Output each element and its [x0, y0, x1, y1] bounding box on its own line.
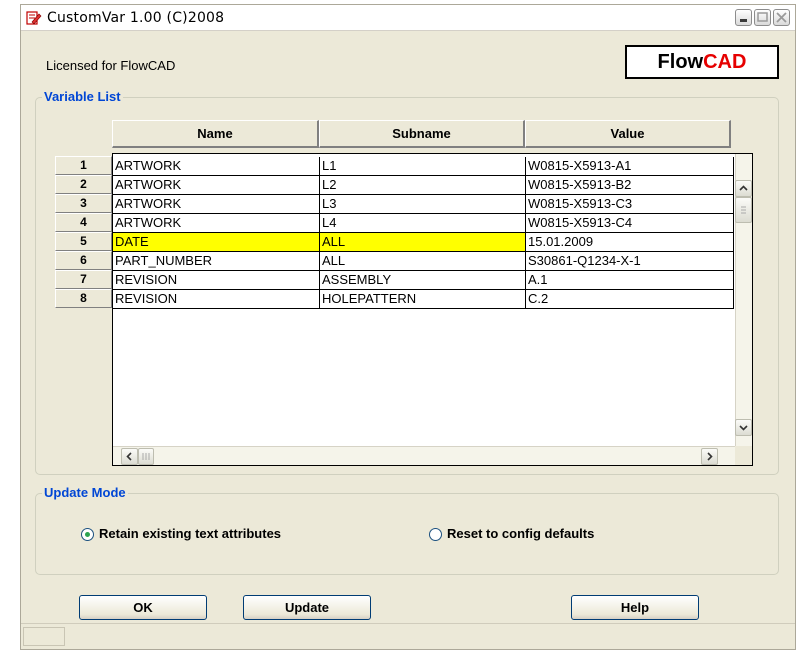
update-mode-legend: Update Mode — [42, 485, 128, 500]
horizontal-scroll-thumb[interactable] — [138, 448, 154, 465]
chevron-down-icon — [739, 425, 748, 431]
license-label: Licensed for FlowCAD — [46, 58, 176, 73]
title-bar[interactable]: CustomVar 1.00 (C)2008 — [21, 5, 795, 31]
row-header[interactable]: 3 — [55, 194, 112, 213]
minimize-icon — [740, 19, 747, 22]
customvar-window: CustomVar 1.00 (C)2008 Licensed for Flow… — [20, 4, 796, 650]
scroll-up-button[interactable] — [735, 180, 752, 197]
app-icon — [26, 11, 42, 25]
scroll-thumb[interactable] — [735, 197, 752, 223]
row-header[interactable]: 1 — [55, 156, 112, 175]
vertical-scrollbar[interactable] — [735, 154, 752, 447]
radio-unselected-icon[interactable] — [429, 528, 442, 541]
ok-button[interactable]: OK — [79, 595, 207, 620]
scroll-down-button[interactable] — [735, 419, 752, 436]
cell-value[interactable]: S30861-Q1234-X-1 — [526, 252, 734, 271]
variable-list-legend: Variable List — [42, 89, 123, 104]
close-button[interactable] — [773, 9, 790, 26]
cell-value[interactable]: C.2 — [526, 290, 734, 309]
cell-name[interactable]: ARTWORK — [113, 214, 320, 233]
radio-selected-icon[interactable] — [81, 528, 94, 541]
cell-value[interactable]: W0815-X5913-B2 — [526, 176, 734, 195]
variable-grid: Name Subname Value 1 2 3 4 5 6 7 8 ARTWO… — [55, 120, 753, 466]
chevron-left-icon — [126, 452, 132, 461]
row-header[interactable]: 6 — [55, 251, 112, 270]
cell-value[interactable]: W0815-X5913-C3 — [526, 195, 734, 214]
cell-subname[interactable]: ALL — [320, 233, 526, 252]
cell-name[interactable]: ARTWORK — [113, 195, 320, 214]
cell-name[interactable]: REVISION — [113, 290, 320, 309]
chevron-up-icon — [739, 185, 748, 191]
cell-name[interactable]: PART_NUMBER — [113, 252, 320, 271]
cell-subname[interactable]: L3 — [320, 195, 526, 214]
radio-reset-config[interactable]: Reset to config defaults — [429, 526, 594, 541]
radio-label-reset[interactable]: Reset to config defaults — [447, 526, 594, 541]
cell-value[interactable]: W0815-X5913-A1 — [526, 157, 734, 176]
horizontal-scrollbar[interactable] — [113, 446, 736, 465]
radio-retain-existing[interactable]: Retain existing text attributes — [81, 526, 281, 541]
close-icon — [776, 12, 787, 23]
update-button[interactable]: Update — [243, 595, 371, 620]
row-header[interactable]: 4 — [55, 213, 112, 232]
cell-subname[interactable]: HOLEPATTERN — [320, 290, 526, 309]
column-header-name[interactable]: Name — [112, 120, 319, 148]
cell-subname[interactable]: L2 — [320, 176, 526, 195]
maximize-button[interactable] — [754, 9, 771, 26]
grid-cells-area[interactable]: ARTWORK L1 W0815-X5913-A1 ARTWORK L2 W08… — [112, 153, 753, 466]
window-title: CustomVar 1.00 (C)2008 — [47, 10, 225, 26]
row-header[interactable]: 8 — [55, 289, 112, 308]
cell-name[interactable]: DATE — [113, 233, 320, 252]
cell-value[interactable]: 15.01.2009 — [526, 233, 734, 252]
status-bar — [21, 623, 795, 649]
scrollbar-corner — [735, 446, 752, 465]
row-header[interactable]: 7 — [55, 270, 112, 289]
minimize-button[interactable] — [735, 9, 752, 26]
scroll-right-button[interactable] — [701, 448, 718, 465]
column-header-subname[interactable]: Subname — [319, 120, 525, 148]
cell-name[interactable]: ARTWORK — [113, 176, 320, 195]
cell-value[interactable]: W0815-X5913-C4 — [526, 214, 734, 233]
logo-text-cad: CAD — [703, 51, 747, 73]
maximize-icon — [757, 12, 768, 22]
cell-name[interactable]: ARTWORK — [113, 157, 320, 176]
row-header[interactable]: 2 — [55, 175, 112, 194]
cell-name[interactable]: REVISION — [113, 271, 320, 290]
chevron-right-icon — [707, 452, 713, 461]
grip-icon — [142, 453, 150, 460]
flowcad-logo: FlowCAD — [625, 45, 779, 79]
column-header-value[interactable]: Value — [525, 120, 731, 148]
cell-subname[interactable]: L1 — [320, 157, 526, 176]
help-button[interactable]: Help — [571, 595, 699, 620]
cell-subname[interactable]: L4 — [320, 214, 526, 233]
radio-label-retain[interactable]: Retain existing text attributes — [99, 526, 281, 541]
cell-subname[interactable]: ALL — [320, 252, 526, 271]
status-pane — [23, 627, 65, 646]
logo-text-flow: Flow — [657, 51, 704, 73]
cell-subname[interactable]: ASSEMBLY — [320, 271, 526, 290]
scroll-left-button[interactable] — [121, 448, 138, 465]
cell-value[interactable]: A.1 — [526, 271, 734, 290]
grip-icon — [741, 206, 746, 214]
row-header[interactable]: 5 — [55, 232, 112, 251]
